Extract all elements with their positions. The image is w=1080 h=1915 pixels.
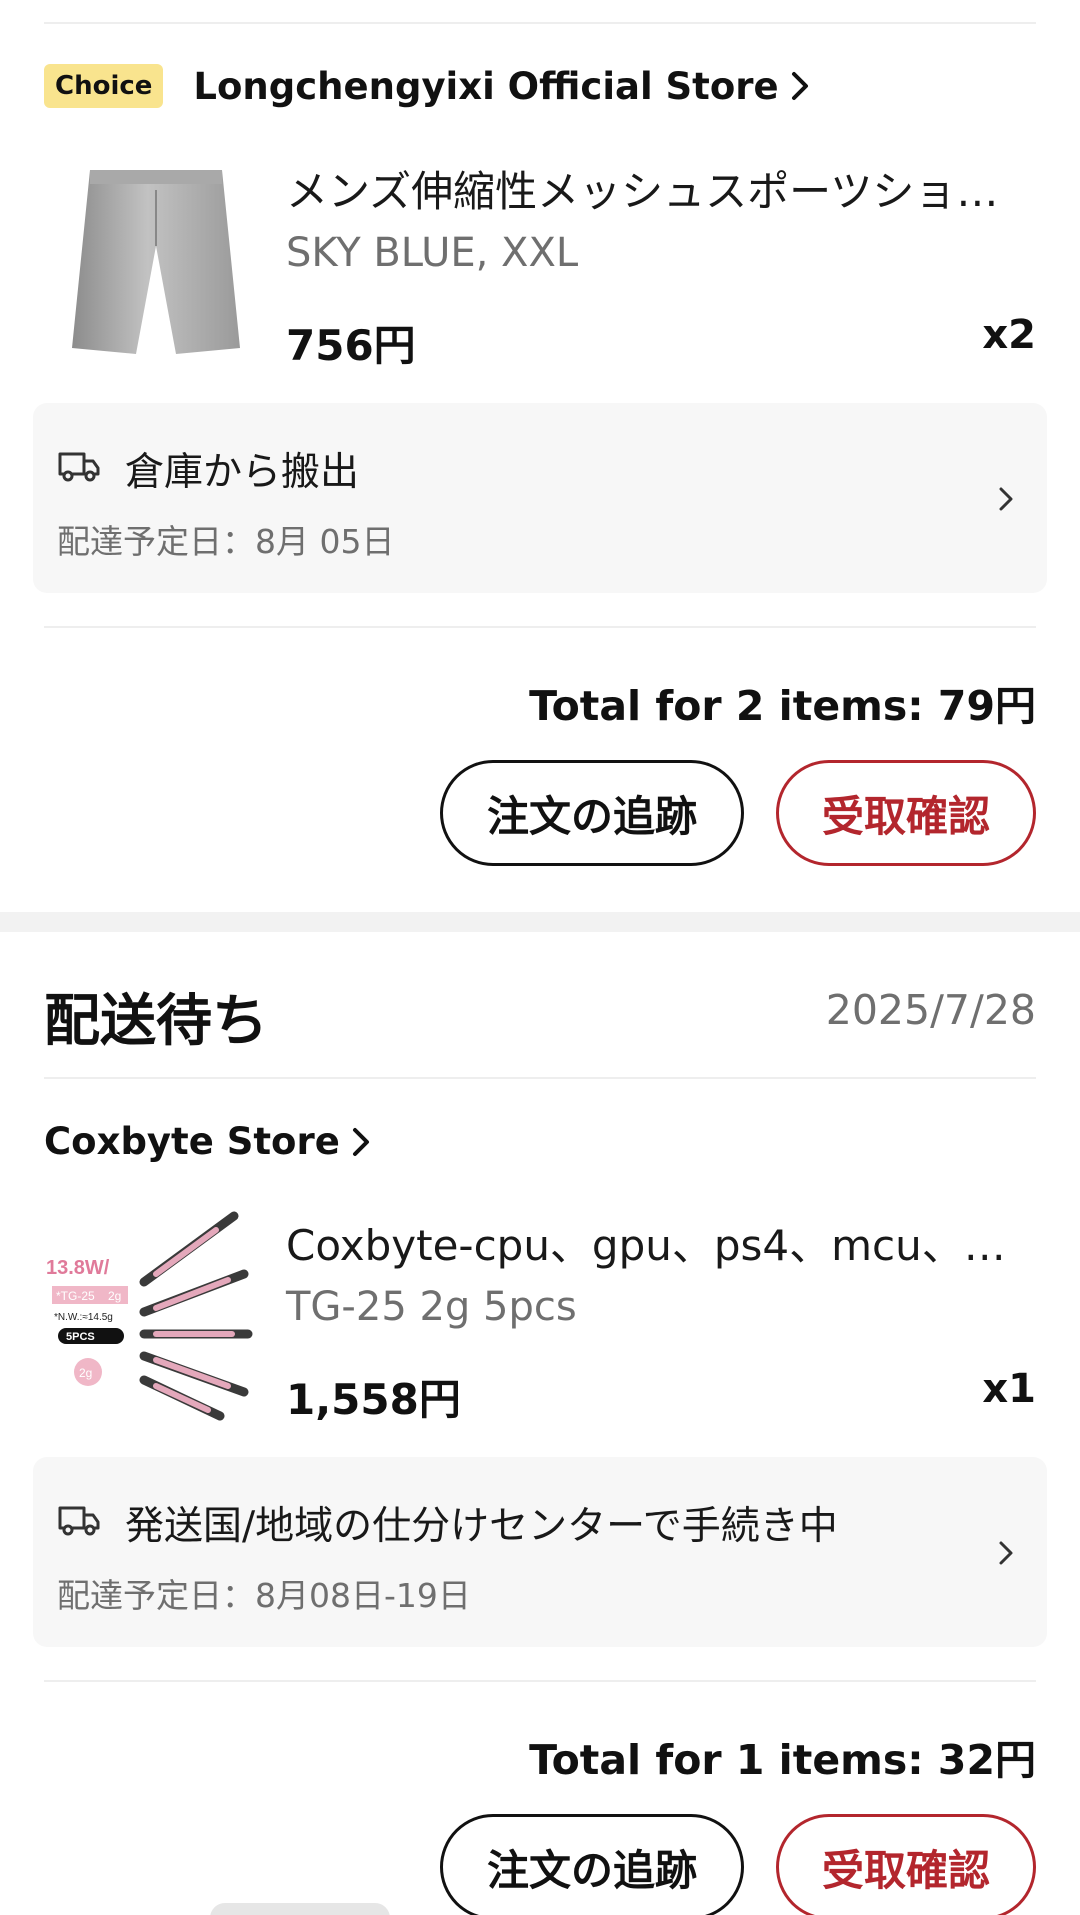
image-text-net: *N.W.:≈14.5g: [54, 1312, 113, 1323]
floating-pill[interactable]: [210, 1903, 390, 1915]
truck-icon: [58, 1506, 100, 1536]
tracking-panel[interactable]: 発送国/地域の仕分けセンターで手続き中 配達予定日：8月08日-19日: [33, 1457, 1047, 1647]
product-quantity: x2: [982, 312, 1036, 358]
product-title[interactable]: Coxbyte-cpu、gpu、ps4、mcu、ヒ…: [286, 1212, 1036, 1273]
order-date: 2025/7/28: [825, 986, 1036, 1034]
tracking-panel[interactable]: 倉庫から搬出 配達予定日：8月 05日: [33, 403, 1047, 593]
divider: [44, 1680, 1036, 1682]
track-order-button[interactable]: 注文の追跡: [440, 760, 744, 866]
product-image-shorts[interactable]: [44, 150, 264, 370]
top-divider: [44, 22, 1036, 24]
image-text-pack: 5PCS: [66, 1331, 95, 1343]
chevron-right-icon: [999, 1541, 1013, 1565]
delivery-estimate: 配達予定日：8月08日-19日: [57, 1576, 471, 1615]
confirm-receipt-button[interactable]: 受取確認: [776, 760, 1036, 866]
product-price: 1,558円: [286, 1375, 461, 1424]
tracking-status: 発送国/地域の仕分けセンターで手続き中: [125, 1504, 838, 1549]
chevron-right-icon: [999, 487, 1013, 511]
product-variant: TG-25 2g 5pcs: [286, 1284, 577, 1330]
image-text-bubble: 2g: [79, 1366, 92, 1380]
tracking-status: 倉庫から搬出: [125, 450, 360, 495]
chevron-right-icon: [791, 72, 808, 100]
store-name[interactable]: Longchengyixi Official Store: [193, 65, 778, 108]
chevron-right-icon: [352, 1127, 369, 1156]
product-title[interactable]: メンズ伸縮性メッシュスポーツショ…: [286, 158, 1036, 219]
store-header[interactable]: Choice Longchengyixi Official Store: [44, 64, 815, 108]
confirm-receipt-button[interactable]: 受取確認: [776, 1814, 1036, 1915]
shorts-icon: [72, 170, 240, 354]
product-image-thermal-paste[interactable]: 13.8W/ *TG-25 2g *N.W.:≈14.5g 5PCS 2g: [44, 1204, 264, 1424]
image-text-rating: 13.8W/: [46, 1257, 110, 1279]
image-text-model: *TG-25: [56, 1289, 95, 1303]
divider: [44, 1077, 1036, 1079]
thermal-paste-icon: 13.8W/ *TG-25 2g *N.W.:≈14.5g 5PCS 2g: [44, 1204, 264, 1424]
store-header[interactable]: Coxbyte Store: [44, 1120, 376, 1163]
product-price: 756円: [286, 321, 416, 370]
delivery-estimate: 配達予定日：8月 05日: [57, 522, 395, 561]
order-status: 配送待ち: [44, 989, 268, 1054]
divider: [44, 626, 1036, 628]
track-order-button[interactable]: 注文の追跡: [440, 1814, 744, 1915]
product-variant: SKY BLUE, XXL: [286, 230, 579, 276]
product-quantity: x1: [982, 1366, 1036, 1412]
section-separator: [0, 912, 1080, 932]
truck-icon: [58, 452, 100, 482]
image-text-weight: 2g: [108, 1289, 121, 1303]
choice-badge: Choice: [44, 64, 164, 108]
store-name[interactable]: Coxbyte Store: [44, 1120, 340, 1163]
order-total: Total for 1 items: 32円: [529, 1736, 1036, 1784]
order-total: Total for 2 items: 79円: [529, 682, 1036, 730]
